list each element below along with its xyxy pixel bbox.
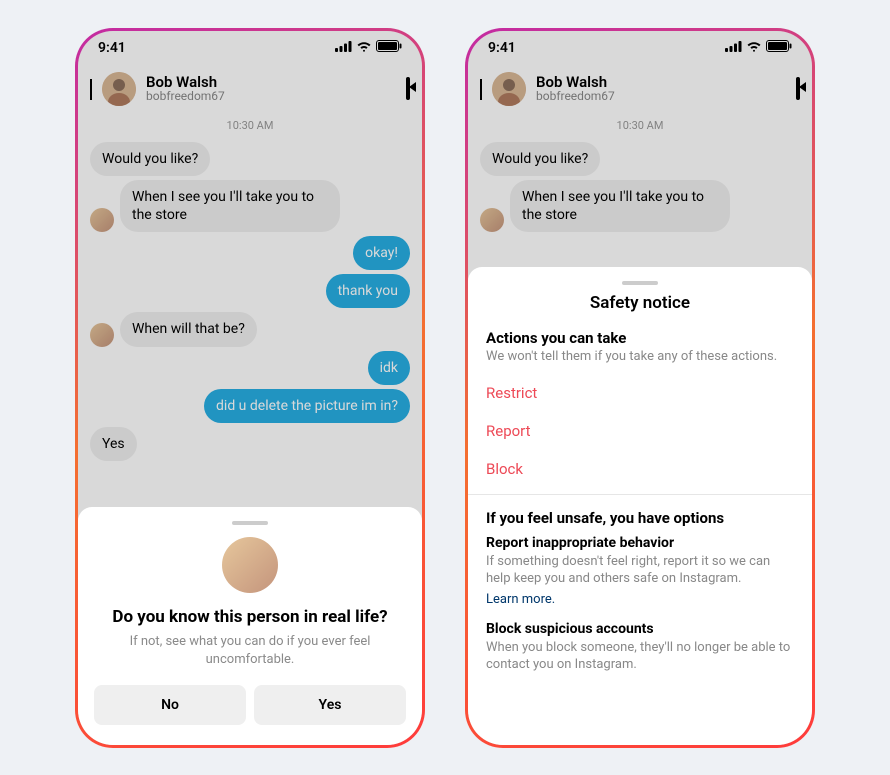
phone-screen: 9:41 Bob Walsh bobfreedom67 10:30 AM W	[468, 31, 812, 745]
phone-mockup-1: 9:41 Bob Walsh bobfreedom67 10:30 AM	[75, 28, 425, 748]
sheet-subtitle: If not, see what you can do if you ever …	[114, 633, 386, 668]
restrict-link[interactable]: Restrict	[486, 374, 794, 412]
actions-section: Actions you can take We won't tell them …	[468, 329, 812, 488]
sheet-grabber[interactable]	[232, 521, 268, 525]
safety-notice-sheet: Safety notice Actions you can take We wo…	[468, 267, 812, 745]
block-body: When you block someone, they'll no longe…	[486, 639, 794, 674]
phone-screen: 9:41 Bob Walsh bobfreedom67 10:30 AM	[78, 31, 422, 745]
learn-more-link[interactable]: Learn more.	[486, 592, 555, 607]
no-button[interactable]: No	[94, 685, 246, 725]
sheet-button-row: No Yes	[94, 685, 406, 725]
block-link[interactable]: Block	[486, 450, 794, 488]
safety-title: Safety notice	[468, 293, 812, 313]
phone-mockup-2: 9:41 Bob Walsh bobfreedom67 10:30 AM W	[465, 28, 815, 748]
unsafe-heading: If you feel unsafe, you have options	[486, 509, 794, 527]
actions-heading: Actions you can take	[486, 329, 794, 347]
yes-button[interactable]: Yes	[254, 685, 406, 725]
report-link[interactable]: Report	[486, 412, 794, 450]
divider	[468, 494, 812, 495]
report-body: If something doesn't feel right, report …	[486, 553, 794, 588]
actions-subheading: We won't tell them if you take any of th…	[486, 349, 794, 364]
unsafe-section: If you feel unsafe, you have options Rep…	[468, 509, 812, 674]
prompt-sheet: Do you know this person in real life? If…	[78, 507, 422, 744]
sheet-grabber[interactable]	[622, 281, 658, 285]
sheet-avatar-icon	[222, 537, 278, 593]
sheet-title: Do you know this person in real life?	[94, 607, 406, 627]
report-heading: Report inappropriate behavior	[486, 535, 794, 551]
block-heading: Block suspicious accounts	[486, 621, 794, 637]
